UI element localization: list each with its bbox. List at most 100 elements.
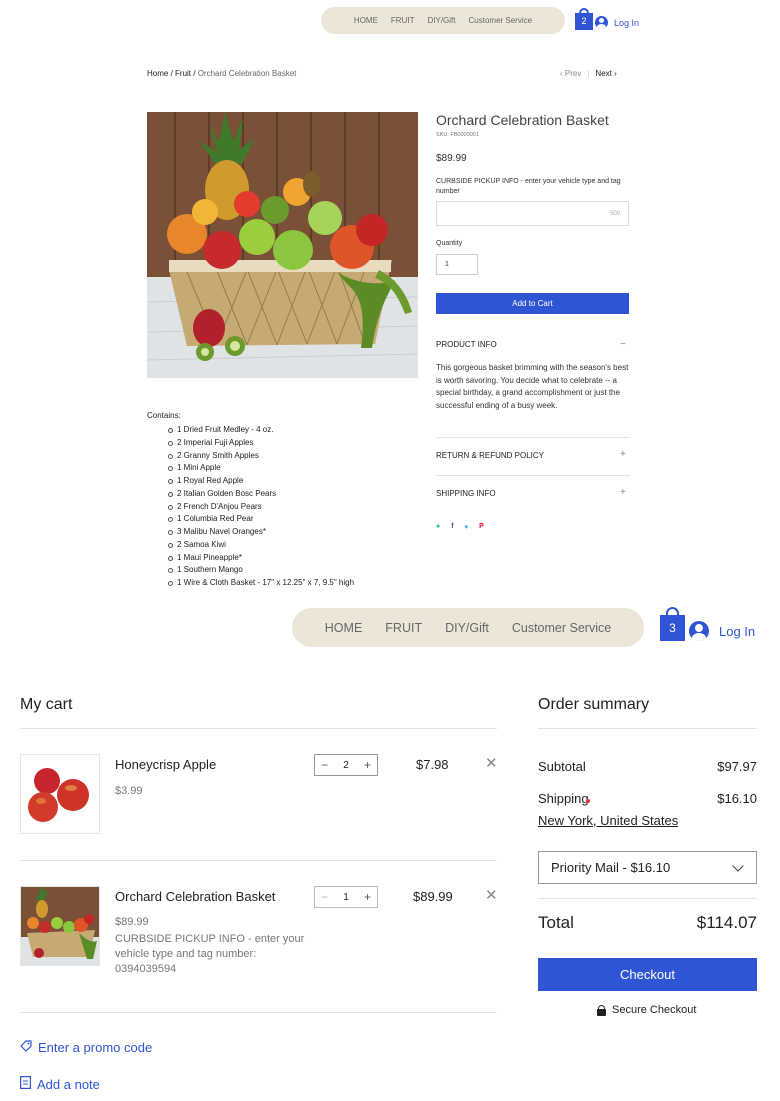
- quantity-label: Quantity: [436, 240, 463, 247]
- order-summary-title: Order summary: [538, 696, 650, 713]
- facebook-icon[interactable]: f: [451, 523, 453, 531]
- nav-fruit-link[interactable]: FRUIT: [391, 16, 415, 25]
- divider: [436, 437, 630, 438]
- note-icon: [20, 1076, 32, 1092]
- curbside-input[interactable]: 500: [436, 201, 629, 226]
- shipping-label: Shipping: [538, 791, 589, 806]
- user-avatar-icon: [595, 16, 608, 29]
- decrease-button[interactable]: −: [321, 758, 328, 772]
- list-item: 3 Malibu Navel Oranges*: [168, 526, 354, 539]
- remove-item-icon[interactable]: ✕: [485, 886, 498, 904]
- quantity-stepper[interactable]: − 2 +: [314, 754, 378, 776]
- subtotal-label: Subtotal: [538, 759, 586, 774]
- divider: [436, 475, 630, 476]
- social-share: ● f ▾ P: [436, 523, 484, 531]
- login-button[interactable]: Log In: [689, 621, 755, 641]
- nav-customer-service-link[interactable]: Customer Service: [512, 621, 611, 635]
- checkout-button[interactable]: Checkout: [538, 958, 757, 991]
- divider: [20, 860, 497, 861]
- product-info-text: This gorgeous basket brimming with the s…: [436, 363, 629, 410]
- whatsapp-icon[interactable]: ●: [436, 523, 440, 531]
- breadcrumb-home[interactable]: Home: [147, 69, 168, 78]
- breadcrumb-current: Orchard Celebration Basket: [197, 69, 297, 78]
- secure-checkout: Secure Checkout: [597, 1004, 696, 1016]
- product-image[interactable]: [147, 112, 418, 378]
- top-nav: HOME FRUIT DIY/Gift Customer Service: [321, 7, 565, 34]
- nav-home-link[interactable]: HOME: [354, 16, 378, 25]
- nav-diy-gift-link[interactable]: DIY/Gift: [445, 621, 489, 635]
- increase-button[interactable]: +: [364, 890, 371, 904]
- quantity-value[interactable]: 1: [343, 892, 349, 903]
- login-button[interactable]: Log In: [595, 16, 639, 29]
- divider: [20, 1012, 497, 1013]
- required-indicator: [586, 799, 590, 803]
- pager-divider: |: [587, 69, 590, 78]
- add-to-cart-button[interactable]: Add to Cart: [436, 293, 629, 314]
- cart-count-badge: 2: [575, 13, 593, 30]
- divider: [20, 728, 497, 729]
- cart-item-total: $7.98: [416, 757, 449, 772]
- return-policy-toggle[interactable]: RETURN & REFUND POLICY: [436, 451, 544, 460]
- list-item: 2 Samoa Kiwi: [168, 539, 354, 552]
- decrease-button[interactable]: −: [321, 890, 328, 904]
- divider: [538, 898, 757, 899]
- pinterest-icon[interactable]: P: [479, 523, 484, 531]
- char-limit: 500: [609, 211, 620, 217]
- cart-item-image[interactable]: [20, 754, 100, 834]
- add-note-label: Add a note: [37, 1076, 100, 1092]
- remove-item-icon[interactable]: ✕: [485, 754, 498, 772]
- tag-icon: [20, 1040, 32, 1055]
- cart-item-price: $3.99: [115, 785, 143, 797]
- list-item: 2 Imperial Fuji Apples: [168, 437, 354, 450]
- product-info-toggle[interactable]: PRODUCT INFO: [436, 340, 497, 349]
- collapse-icon[interactable]: −: [620, 340, 626, 350]
- nav-home-link[interactable]: HOME: [325, 621, 363, 635]
- list-item: 2 Italian Golden Bosc Pears: [168, 488, 354, 501]
- list-item: 1 Royal Red Apple: [168, 475, 354, 488]
- chevron-down-icon: [732, 860, 744, 872]
- quantity-stepper[interactable]: − 1 +: [314, 886, 378, 908]
- contains-label: Contains:: [147, 411, 181, 420]
- shipping-info-toggle[interactable]: SHIPPING INFO: [436, 489, 496, 498]
- cart-bag-icon[interactable]: 2: [575, 8, 593, 30]
- expand-icon[interactable]: +: [620, 488, 626, 498]
- subtotal-value: $97.97: [717, 759, 757, 774]
- increase-button[interactable]: +: [364, 758, 371, 772]
- nav-diy-gift-link[interactable]: DIY/Gift: [427, 16, 455, 25]
- secure-checkout-label: Secure Checkout: [612, 1004, 697, 1016]
- promo-code-link[interactable]: Enter a promo code: [20, 1040, 152, 1055]
- breadcrumb-fruit[interactable]: Fruit: [175, 69, 191, 78]
- cart-item-image[interactable]: [20, 886, 100, 966]
- list-item: 2 Granny Smith Apples: [168, 450, 354, 463]
- quantity-value[interactable]: 2: [343, 760, 349, 771]
- product-title: Orchard Celebration Basket: [436, 112, 609, 128]
- cart-page-nav: HOME FRUIT DIY/Gift Customer Service: [292, 608, 644, 647]
- cart-bag-icon[interactable]: 3: [660, 607, 685, 641]
- cart-item-name[interactable]: Orchard Celebration Basket: [115, 889, 275, 904]
- add-note-link[interactable]: Add a note: [20, 1076, 100, 1092]
- breadcrumb: Home / Fruit / Orchard Celebration Baske…: [147, 69, 296, 78]
- breadcrumb-separator: /: [168, 69, 176, 78]
- list-item: 2 French D'Anjou Pears: [168, 501, 354, 514]
- cart-title: My cart: [20, 696, 73, 713]
- cart-item-name[interactable]: Honeycrisp Apple: [115, 757, 216, 772]
- shipping-method-select[interactable]: Priority Mail - $16.10: [538, 851, 757, 884]
- lock-icon: [597, 1004, 606, 1016]
- nav-fruit-link[interactable]: FRUIT: [385, 621, 422, 635]
- shipping-value: $16.10: [717, 791, 757, 806]
- expand-icon[interactable]: +: [620, 450, 626, 460]
- promo-code-label: Enter a promo code: [38, 1040, 153, 1055]
- list-item: 1 Maui Pineapple*: [168, 552, 354, 565]
- list-item: 1 Mini Apple: [168, 462, 354, 475]
- next-link[interactable]: Next ›: [595, 69, 616, 78]
- cart-count-badge: 3: [660, 615, 685, 641]
- twitter-icon[interactable]: ▾: [465, 523, 469, 531]
- list-item: 1 Wire & Cloth Basket - 17" x 12.25" x 7…: [168, 577, 354, 590]
- login-label: Log In: [719, 623, 756, 639]
- nav-customer-service-link[interactable]: Customer Service: [469, 16, 533, 25]
- prev-link[interactable]: ‹ Prev: [560, 69, 581, 78]
- list-item: 1 Dried Fruit Medley - 4 oz.: [168, 424, 354, 437]
- shipping-location-link[interactable]: New York, United States: [538, 813, 678, 828]
- quantity-input[interactable]: 1: [436, 254, 478, 275]
- curbside-label: CURBSIDE PICKUP INFO - enter your vehicl…: [436, 178, 621, 195]
